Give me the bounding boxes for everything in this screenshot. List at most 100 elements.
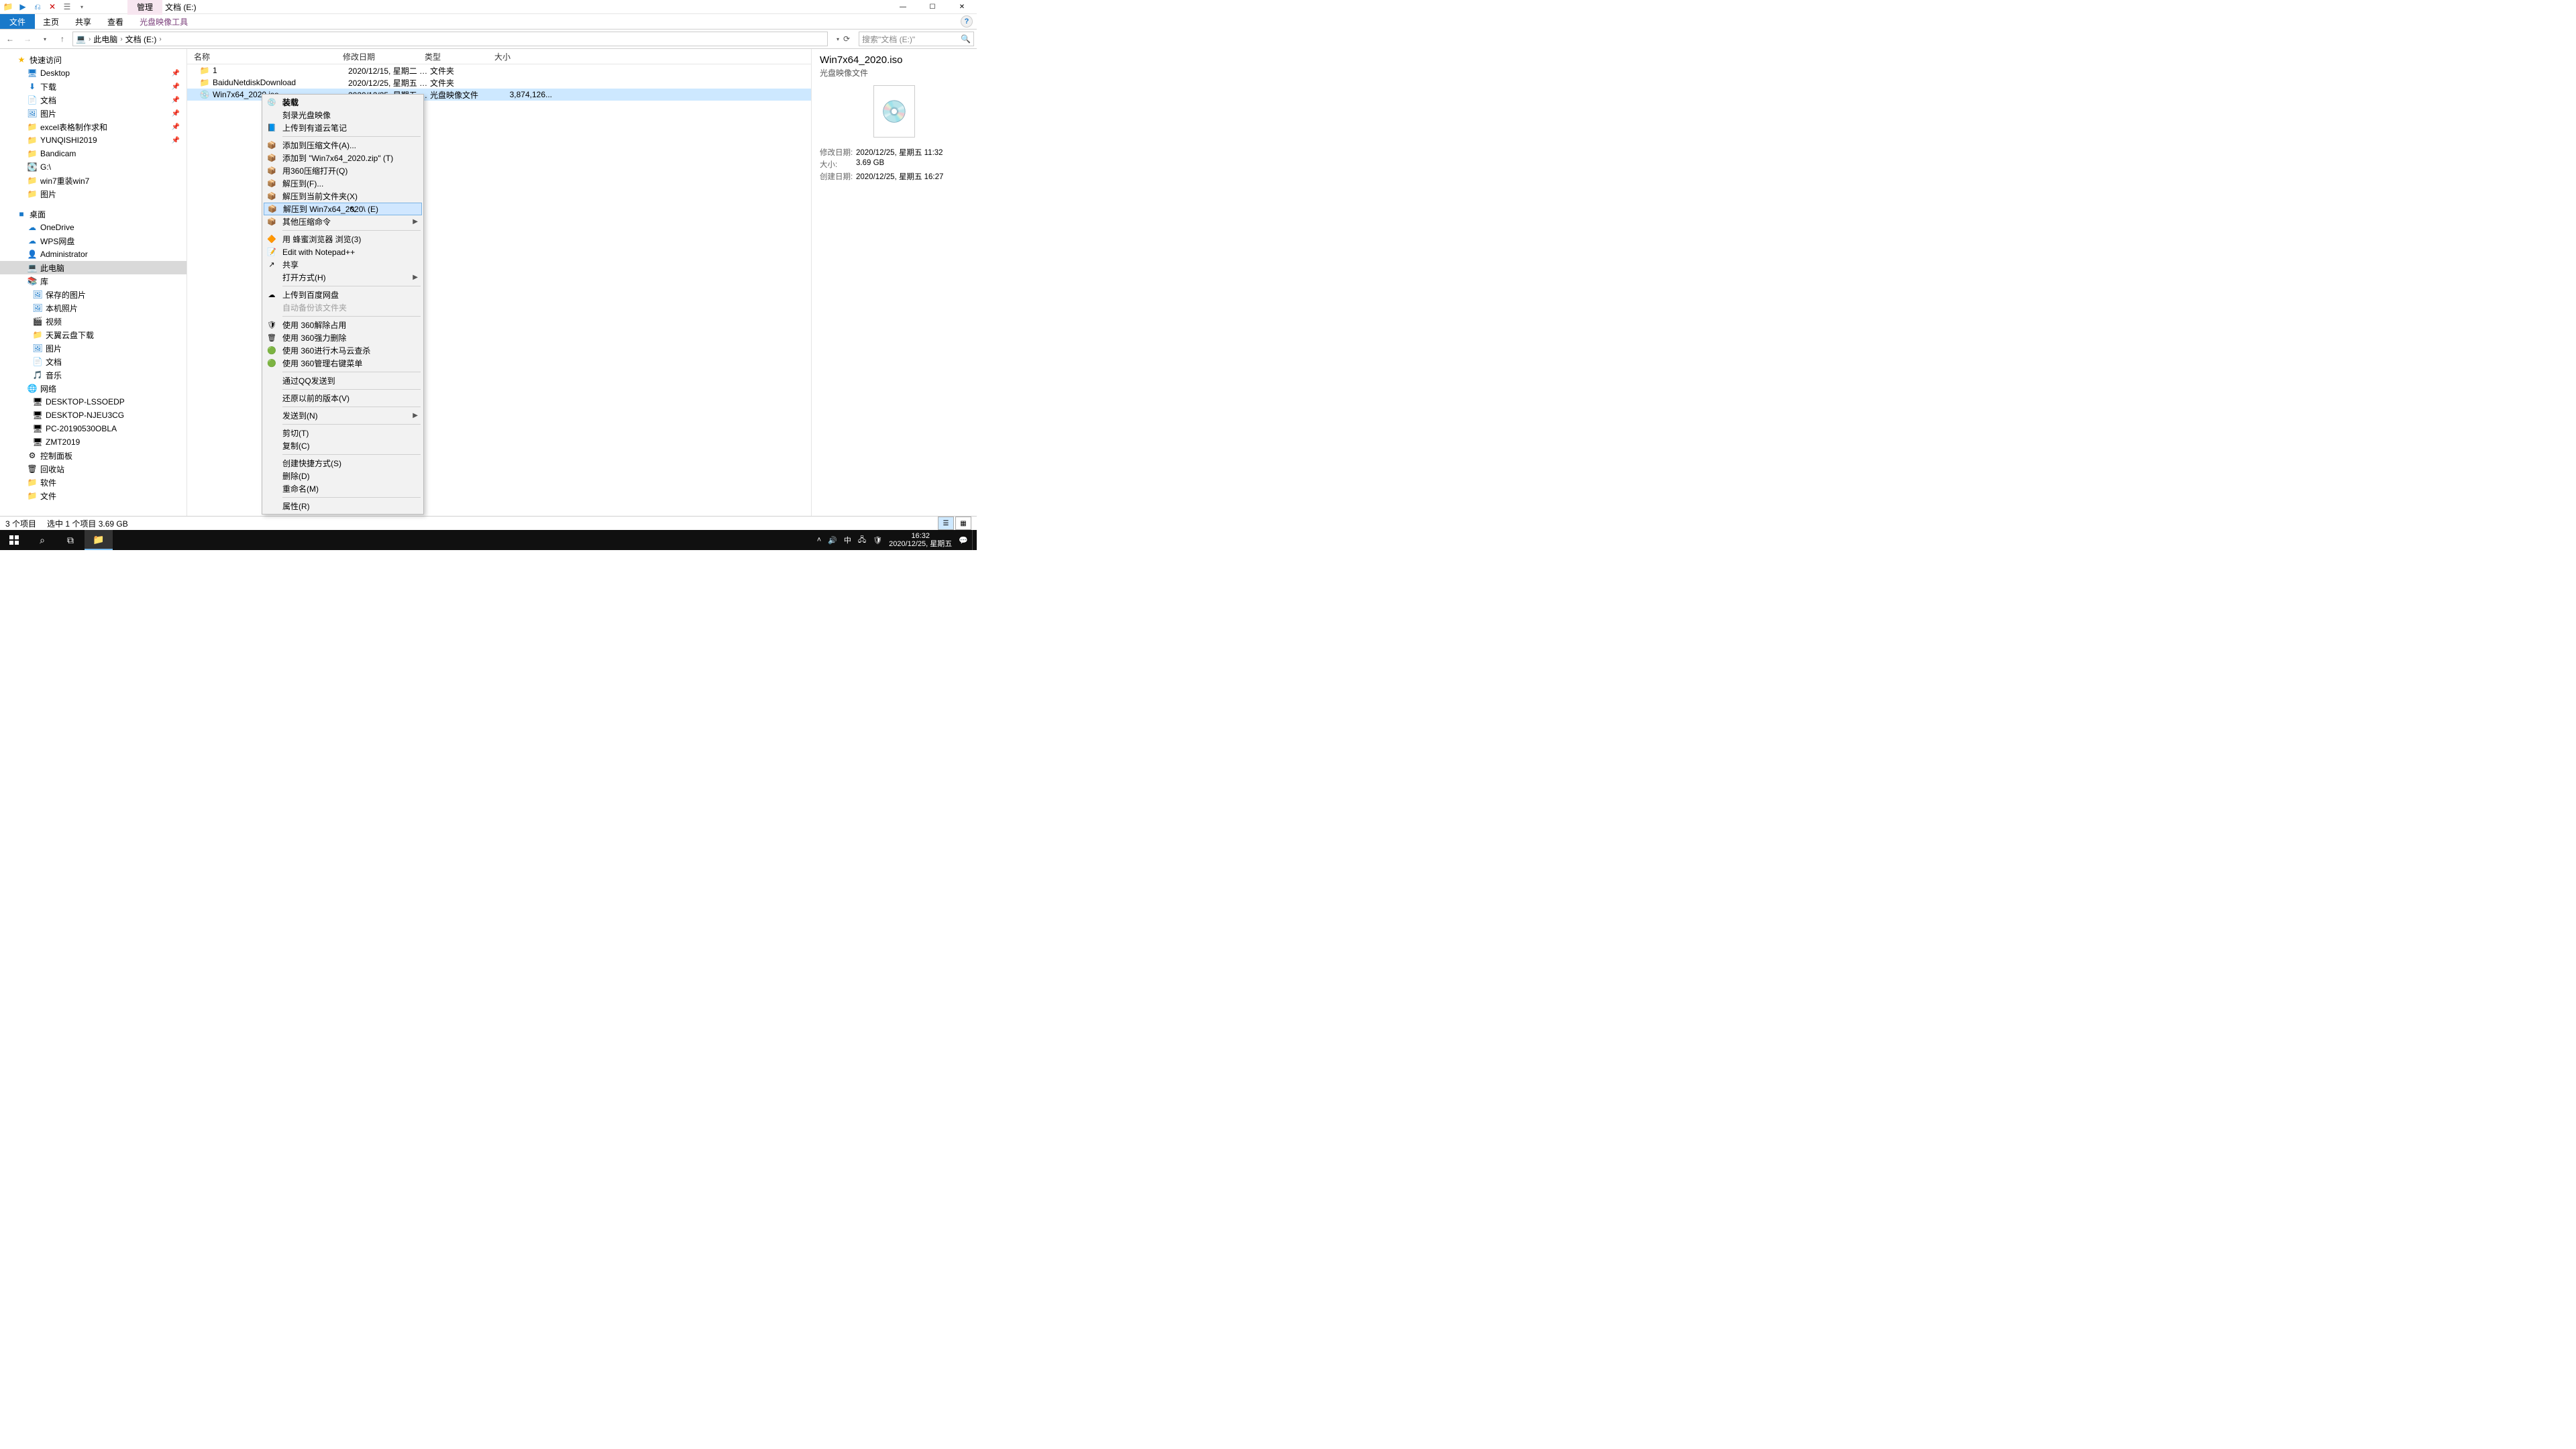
- col-name[interactable]: 名称: [187, 51, 343, 62]
- taskbar-clock[interactable]: 16:32 2020/12/25, 星期五: [889, 532, 952, 548]
- tree-item[interactable]: DESKTOP-LSSOEDP: [0, 395, 186, 409]
- menu-item[interactable]: 🛡使用 360解除占用: [264, 319, 422, 331]
- ime-icon[interactable]: 中: [844, 535, 851, 545]
- menu-item[interactable]: 📦其他压缩命令▶: [264, 215, 422, 228]
- up-button[interactable]: ↑: [55, 32, 70, 46]
- start-button[interactable]: [0, 530, 28, 550]
- tree-item[interactable]: 控制面板: [0, 449, 186, 462]
- recent-dropdown[interactable]: ▾: [38, 32, 52, 46]
- chevron-right-icon[interactable]: ›: [159, 36, 161, 43]
- menu-item[interactable]: 复制(C): [264, 439, 422, 452]
- home-tab[interactable]: 主页: [35, 14, 67, 29]
- menu-item[interactable]: 删除(D): [264, 470, 422, 482]
- tree-item[interactable]: OneDrive: [0, 221, 186, 234]
- file-tab[interactable]: 文件: [0, 14, 35, 29]
- breadcrumb-bar[interactable]: 💻 › 此电脑 › 文档 (E:) ›: [72, 32, 828, 46]
- tree-network[interactable]: 网络: [0, 382, 186, 395]
- menu-item[interactable]: 🔶用 蜂蜜浏览器 浏览(3): [264, 233, 422, 246]
- chevron-right-icon[interactable]: ›: [89, 36, 91, 43]
- menu-item[interactable]: ☁上传到百度网盘: [264, 288, 422, 301]
- view-tab[interactable]: 查看: [99, 14, 131, 29]
- menu-item[interactable]: 剪切(T): [264, 427, 422, 439]
- menu-item[interactable]: 📦解压到当前文件夹(X): [264, 190, 422, 203]
- context-menu[interactable]: 💿装载刻录光盘映像📘上传到有道云笔记📦添加到压缩文件(A)...📦添加到 "Wi…: [262, 94, 424, 515]
- menu-item[interactable]: 🗑使用 360强力删除: [264, 331, 422, 344]
- tree-item[interactable]: 本机照片: [0, 301, 186, 315]
- menu-item[interactable]: 还原以前的版本(V): [264, 392, 422, 405]
- tree-item[interactable]: DESKTOP-NJEU3CG: [0, 409, 186, 422]
- tree-item[interactable]: Administrator: [0, 248, 186, 261]
- menu-item[interactable]: 创建快捷方式(S): [264, 457, 422, 470]
- tree-item[interactable]: 库: [0, 274, 186, 288]
- breadcrumb-item[interactable]: 此电脑: [93, 34, 117, 45]
- menu-item[interactable]: 📦添加到压缩文件(A)...: [264, 139, 422, 152]
- tree-quick-access[interactable]: ★ 快速访问: [0, 53, 186, 66]
- contextual-tab[interactable]: 管理: [127, 0, 162, 15]
- col-type[interactable]: 类型: [425, 51, 494, 62]
- tree-item[interactable]: 图片: [0, 187, 186, 201]
- tree-item[interactable]: 音乐: [0, 368, 186, 382]
- menu-item[interactable]: 属性(R): [264, 500, 422, 513]
- menu-item[interactable]: 🟢使用 360进行木马云查杀: [264, 344, 422, 357]
- taskbar[interactable]: ⌕ ⧉ 📁 ˄ 🔊 中 🖧 🛡 16:32 2020/12/25, 星期五 💬: [0, 530, 977, 550]
- menu-item[interactable]: 📦解压到(F)...: [264, 177, 422, 190]
- menu-item[interactable]: ↗共享: [264, 258, 422, 271]
- menu-item[interactable]: 📝Edit with Notepad++: [264, 246, 422, 258]
- tree-item[interactable]: win7重装win7: [0, 174, 186, 187]
- tree-desktop[interactable]: ■ 桌面: [0, 207, 186, 221]
- tree-item[interactable]: 文件: [0, 489, 186, 502]
- menu-item[interactable]: 📦解压到 Win7x64_2020\ (E): [264, 203, 422, 215]
- disc-tools-tab[interactable]: 光盘映像工具: [131, 14, 196, 29]
- tree-item[interactable]: 图片: [0, 341, 186, 355]
- forward-button[interactable]: →: [20, 32, 35, 46]
- tray-app-icon[interactable]: 🛡: [873, 536, 882, 545]
- tree-item[interactable]: 文档📌: [0, 93, 186, 107]
- navigation-tree[interactable]: ★ 快速访问 Desktop📌下载📌文档📌图片📌excel表格制作求和📌YUNQ…: [0, 49, 187, 516]
- tree-item[interactable]: 下载📌: [0, 80, 186, 93]
- chevron-right-icon[interactable]: ›: [120, 36, 122, 43]
- tree-item[interactable]: excel表格制作求和📌: [0, 120, 186, 133]
- menu-item[interactable]: 📦添加到 "Win7x64_2020.zip" (T): [264, 152, 422, 164]
- menu-item[interactable]: 💿装载: [264, 96, 422, 109]
- tree-item[interactable]: Desktop📌: [0, 66, 186, 80]
- tree-item[interactable]: ZMT2019: [0, 435, 186, 449]
- menu-item[interactable]: 打开方式(H)▶: [264, 271, 422, 284]
- task-view-button[interactable]: ⧉: [56, 530, 85, 550]
- help-button[interactable]: ?: [961, 15, 973, 28]
- share-tab[interactable]: 共享: [67, 14, 99, 29]
- table-row[interactable]: BaiduNetdiskDownload 2020/12/25, 星期五 1..…: [187, 76, 811, 89]
- explorer-taskbar-icon[interactable]: 📁: [85, 530, 113, 550]
- details-view-button[interactable]: ☰: [938, 517, 954, 530]
- table-row[interactable]: 1 2020/12/15, 星期二 1... 文件夹: [187, 64, 811, 76]
- search-button[interactable]: ⌕: [28, 530, 56, 550]
- tree-item[interactable]: 保存的图片: [0, 288, 186, 301]
- qat-dropdown-icon[interactable]: ▾: [76, 1, 87, 12]
- tree-item[interactable]: 此电脑: [0, 261, 186, 274]
- search-icon[interactable]: 🔍: [961, 34, 971, 44]
- tray-overflow-icon[interactable]: ˄: [817, 536, 821, 544]
- menu-item[interactable]: 通过QQ发送到: [264, 374, 422, 387]
- tree-item[interactable]: Bandicam: [0, 147, 186, 160]
- tree-item[interactable]: 文档: [0, 355, 186, 368]
- search-input[interactable]: 搜索"文档 (E:)" 🔍: [859, 32, 974, 46]
- tree-item[interactable]: WPS网盘: [0, 234, 186, 248]
- menu-item[interactable]: 发送到(N)▶: [264, 409, 422, 422]
- maximize-button[interactable]: ☐: [918, 0, 947, 13]
- tree-item[interactable]: 视频: [0, 315, 186, 328]
- save-icon[interactable]: ▶: [17, 1, 28, 12]
- undo-icon[interactable]: ⎌: [32, 1, 43, 12]
- delete-icon[interactable]: ✕: [47, 1, 58, 12]
- address-dropdown-icon[interactable]: ▾: [837, 36, 839, 42]
- tree-item[interactable]: PC-20190530OBLA: [0, 422, 186, 435]
- menu-item[interactable]: 📘上传到有道云笔记: [264, 121, 422, 134]
- tree-item[interactable]: 天翼云盘下载: [0, 328, 186, 341]
- tree-item[interactable]: YUNQISHI2019📌: [0, 133, 186, 147]
- tree-item[interactable]: 回收站: [0, 462, 186, 476]
- properties-icon[interactable]: ☰: [62, 1, 72, 12]
- refresh-icon[interactable]: ⟳: [843, 34, 850, 44]
- action-center-icon[interactable]: 💬: [959, 536, 968, 545]
- tree-item[interactable]: 图片📌: [0, 107, 186, 120]
- col-modified[interactable]: 修改日期: [343, 51, 425, 62]
- tree-item[interactable]: G:\: [0, 160, 186, 174]
- close-button[interactable]: ✕: [947, 0, 977, 13]
